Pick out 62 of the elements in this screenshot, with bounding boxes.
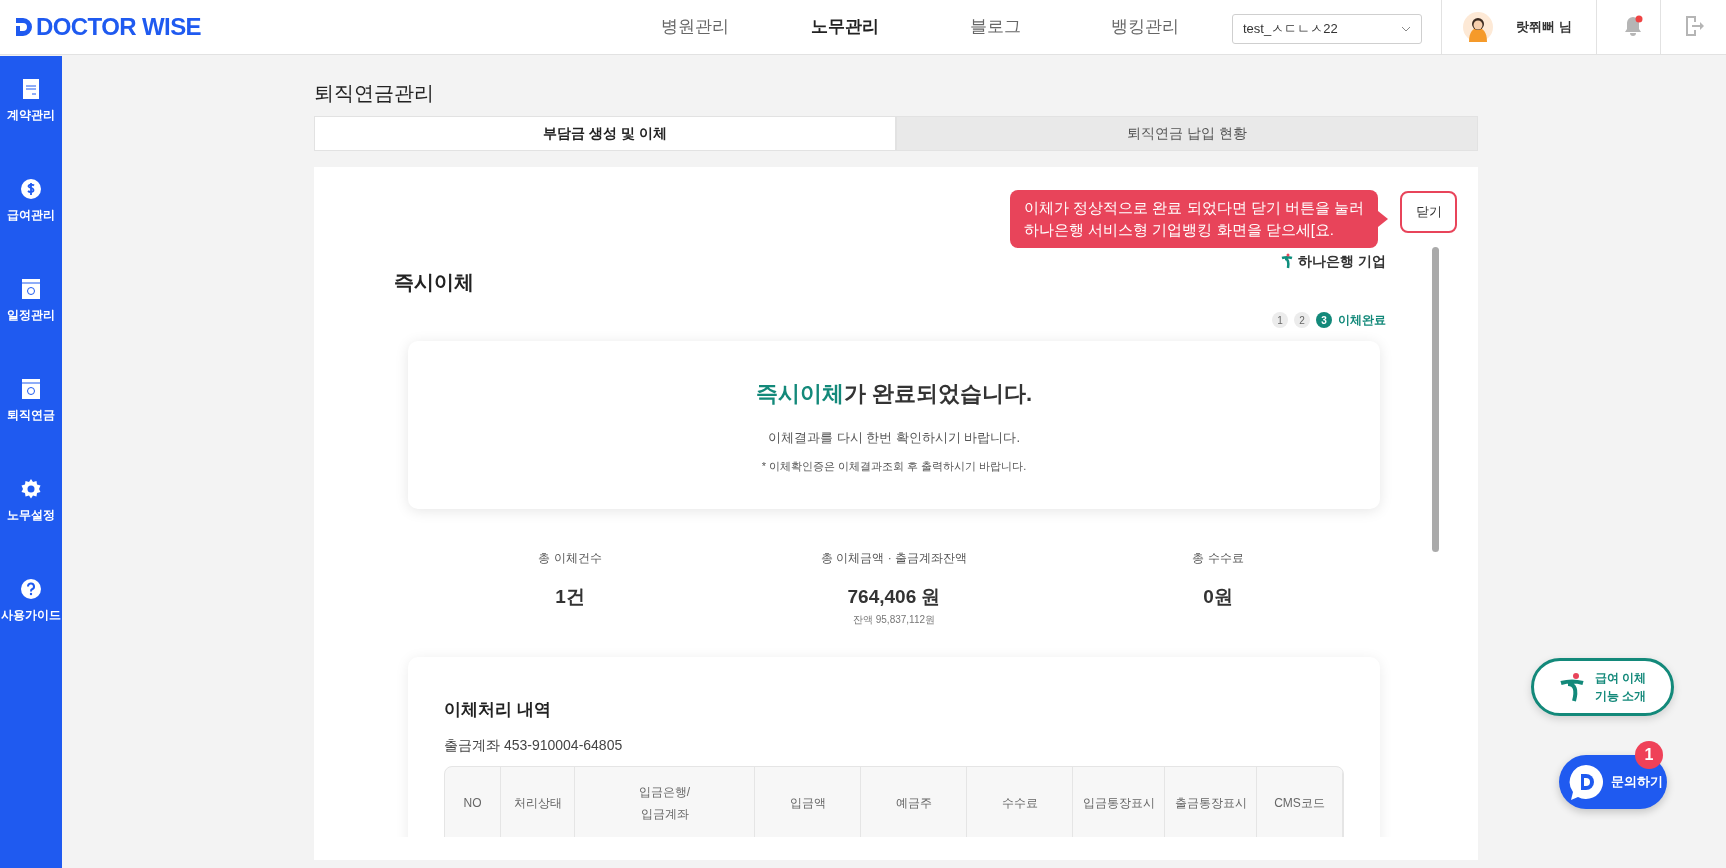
tooltip-text: 이체가 정상적으로 완료 되었다면 닫기 버튼을 눌러 하나은행 서비스형 기업뱅킹 화면을 닫으세[요. [1024,198,1364,240]
logo-icon [14,16,34,38]
stat-value: 1건 [555,585,585,609]
bank-logo-icon [1280,253,1295,269]
sidebar-item[interactable]: 일정관리 [7,306,55,324]
column-header: 수수료 [967,766,1073,837]
account-number: 출금계좌 453-910004-64805 [444,735,624,755]
sidebar-item[interactable]: 사용가이드 [1,606,61,624]
calendar-icon [21,278,41,300]
result-headline: 즉시이체가 완료되었습니다. [755,380,1033,408]
dollar-icon [20,178,42,200]
nav-link[interactable]: 블로그 [920,14,1070,40]
tab[interactable]: 퇴직연금 납입 현황 [896,116,1478,151]
column-header: 입금은행/ 입금계좌 [575,766,755,837]
step-label: 이체완료 [1338,312,1386,329]
nav-link[interactable]: 병원관리 [620,14,770,40]
step-number: 2 [1294,312,1310,328]
document-icon [21,78,41,100]
column-header: 처리상태 [501,766,575,837]
sidebar-item[interactable]: 급여관리 [7,206,55,224]
bell-icon[interactable] [1623,15,1643,37]
balance-text: 잔액 95,837,112원 [852,612,936,627]
column-header: 예금주 [861,766,967,837]
sidebar-item[interactable]: 노무설정 [7,506,55,524]
stat-label: 총 수수료 [1192,550,1244,567]
account-value: test_ㅅㄷㄴㅅ22 [1243,20,1338,39]
chevron-down-icon [1401,26,1411,32]
bank-logo-icon [1558,672,1585,702]
sidebar-item[interactable]: 계약관리 [7,106,55,124]
sidebar-item[interactable]: 퇴직연금 [7,406,55,424]
stat-value: 0원 [1203,585,1233,609]
close-button[interactable]: 닫기 [1400,191,1457,233]
feature-intro-button[interactable]: 급여 이체 기능 소개 [1531,658,1674,716]
nav-link[interactable]: 노무관리 [770,14,920,40]
account-select[interactable]: test_ㅅㄷㄴㅅ22 [1232,14,1422,44]
step-number: 3 [1316,312,1332,328]
column-header: 입금액 [755,766,861,837]
logo-text[interactable]: DOCTOR WISE [36,9,201,45]
column-header: CMS코드 [1257,766,1343,837]
tab[interactable]: 부담금 생성 및 이체 [314,116,896,151]
history-title: 이체처리 내역 [444,699,552,721]
calendar-icon [21,378,41,400]
column-header: 입금통장표시 [1073,766,1165,837]
column-header: 출금통장표시 [1165,766,1257,837]
avatar-icon [1463,12,1493,42]
page-title: 퇴직연금관리 [314,81,435,106]
bank-label: 하나은행 기업 [1298,251,1386,271]
result-message: 이체결과를 다시 한번 확인하시기 바랍니다. [767,429,1021,447]
settings-icon [20,478,42,500]
column-header: NO [445,766,501,837]
chat-icon [1567,763,1605,801]
notification-badge: 1 [1635,741,1663,769]
section-title: 즉시이체 [394,270,475,295]
stat-label: 총 이체금액 · 출금계좌잔액 [821,550,967,567]
stat-value: 764,406 원 [847,585,941,609]
user-name[interactable]: 랏쮜뻐 님 [1516,17,1572,37]
help-icon [20,578,42,600]
nav-link[interactable]: 뱅킹관리 [1070,14,1220,40]
result-note: * 이체확인증은 이체결과조회 후 출력하시기 바랍니다. [761,458,1027,474]
step-number: 1 [1272,312,1288,328]
stat-label: 총 이체건수 [538,550,602,567]
logout-icon[interactable] [1684,15,1704,37]
